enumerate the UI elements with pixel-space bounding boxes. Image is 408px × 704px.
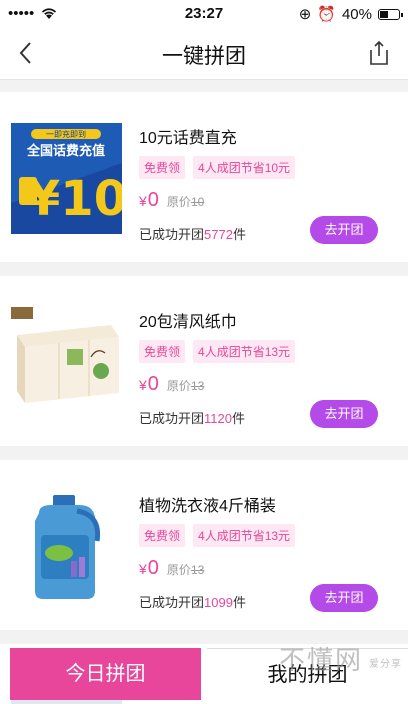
price-currency: ¥ <box>139 193 147 209</box>
price-value: 0 <box>147 557 159 579</box>
battery-percent: 40% <box>341 5 372 23</box>
recharge-image-main-text: 全国话费充值 <box>26 143 105 159</box>
success-suffix: 件 <box>231 411 245 426</box>
detergent-image <box>11 491 122 602</box>
tag-free: 免费领 <box>139 340 186 363</box>
original-price-value: 13 <box>190 379 205 393</box>
price-value: 0 <box>147 373 159 395</box>
original-price-value: 13 <box>190 563 205 577</box>
success-count-text: 已成功开团5772件 <box>139 224 246 243</box>
success-count-text: 已成功开团1120件 <box>139 408 245 427</box>
tag-free: 免费领 <box>139 524 186 547</box>
recharge-image-amount: ¥10 <box>27 171 122 227</box>
tag-saving: 4人成团节省13元 <box>193 524 296 547</box>
success-count: 1099 <box>204 595 233 610</box>
price: ¥ 0 原价13 <box>139 557 204 580</box>
success-suffix: 件 <box>232 595 246 610</box>
original-price-value: 10 <box>190 195 205 209</box>
tab-my-group[interactable]: 我的拼团 <box>207 648 408 700</box>
success-prefix: 已成功开团 <box>139 595 205 610</box>
tag-saving: 4人成团节省13元 <box>193 340 296 363</box>
success-prefix: 已成功开团 <box>139 411 205 426</box>
alarm-icon: ⏰ <box>317 6 336 23</box>
tag-list: 免费领 4人成团节省10元 <box>139 156 296 179</box>
tissue-image <box>11 307 122 418</box>
price: ¥ 0 原价10 <box>139 189 204 212</box>
start-group-button[interactable]: 去开团 <box>310 216 378 244</box>
status-bar: ••••• 23:27 ⊕ ⏰ 40% <box>0 0 408 28</box>
product-card[interactable]: 植物洗衣液4斤桶装 免费领 4人成团节省13元 ¥ 0 原价13 已成功开团10… <box>0 460 408 630</box>
tab-today-group[interactable]: 今日拼团 <box>10 648 201 700</box>
success-count: 1120 <box>204 411 232 426</box>
tag-list: 免费领 4人成团节省13元 <box>139 340 296 363</box>
status-right: ⊕ ⏰ 40% <box>298 5 403 23</box>
price-value: 0 <box>147 189 159 211</box>
recharge-image: 一即充即到 全国话费充值 ¥10 <box>11 123 122 234</box>
price: ¥ 0 原价13 <box>139 373 204 396</box>
original-price: 原价10 <box>167 193 204 210</box>
start-group-button[interactable]: 去开团 <box>310 584 378 612</box>
success-suffix: 件 <box>232 227 246 242</box>
original-price-label: 原价 <box>166 195 191 209</box>
bottom-tab-bar: 今日拼团 我的拼团 <box>0 648 408 700</box>
tag-free: 免费领 <box>139 156 186 179</box>
page-title: 一键拼团 <box>162 45 246 68</box>
original-price-label: 原价 <box>166 563 191 577</box>
product-title: 10元话费直充 <box>139 130 237 147</box>
battery-icon <box>378 8 403 20</box>
share-icon[interactable] <box>368 40 390 66</box>
recharge-image-top-text: 一即充即到 <box>46 129 86 139</box>
price-currency: ¥ <box>139 377 147 393</box>
tag-saving: 4人成团节省10元 <box>193 156 296 179</box>
rotation-lock-icon: ⊕ <box>298 6 312 23</box>
nav-bar: 一键拼团 <box>0 28 408 80</box>
original-price: 原价13 <box>167 561 204 578</box>
product-title: 植物洗衣液4斤桶装 <box>139 498 276 515</box>
original-price-label: 原价 <box>166 379 191 393</box>
tag-list: 免费领 4人成团节省13元 <box>139 524 296 547</box>
product-title: 20包清风纸巾 <box>139 314 237 331</box>
success-count-text: 已成功开团1099件 <box>139 592 246 611</box>
success-prefix: 已成功开团 <box>139 227 205 242</box>
start-group-button[interactable]: 去开团 <box>310 400 378 428</box>
product-card[interactable]: 20包清风纸巾 免费领 4人成团节省13元 ¥ 0 原价13 已成功开团1120… <box>0 276 408 446</box>
original-price: 原价13 <box>167 377 204 394</box>
success-count: 5772 <box>204 227 233 242</box>
product-card[interactable]: 一即充即到 全国话费充值 ¥10 10元话费直充 免费领 4人成团节省10元 ¥… <box>0 92 408 262</box>
price-currency: ¥ <box>139 561 147 577</box>
